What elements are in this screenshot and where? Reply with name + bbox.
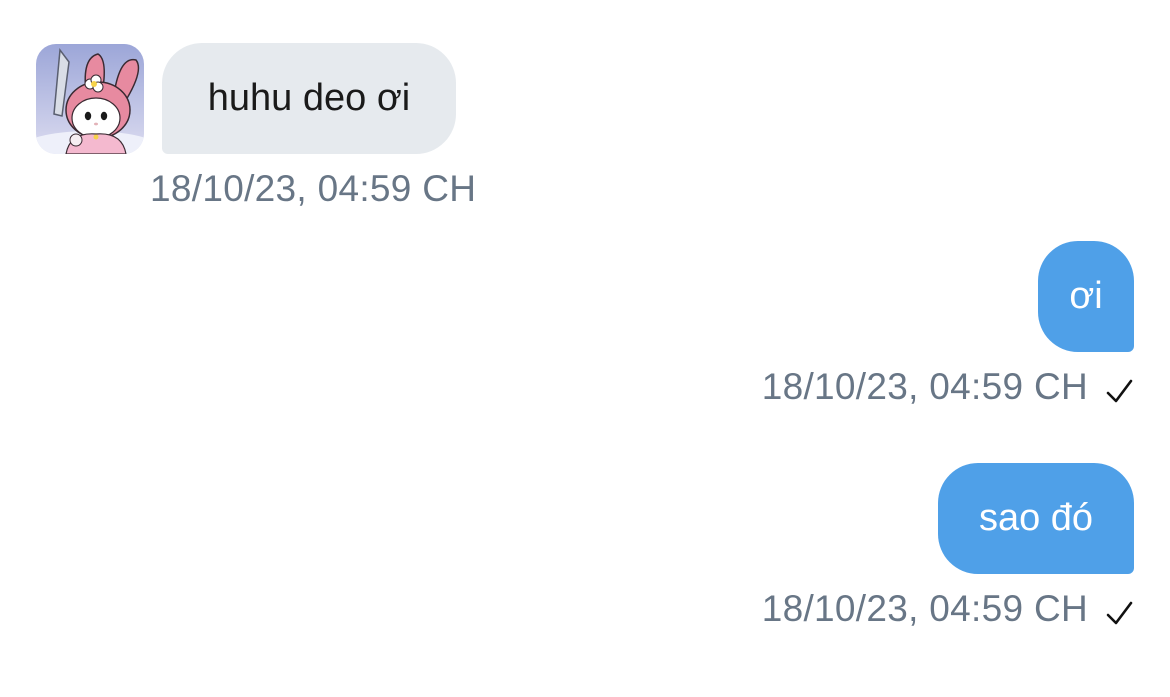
message-timestamp: 18/10/23, 04:59 CH — [150, 168, 477, 209]
message-meta: 18/10/23, 04:59 CH — [762, 588, 1134, 630]
message-text: sao đó — [978, 497, 1094, 539]
avatar-icon[interactable] — [36, 44, 144, 154]
message-text: huhu deo ơi — [207, 77, 411, 119]
message-text: ơi — [1069, 275, 1103, 317]
checkmark-icon — [1104, 377, 1134, 407]
message-bubble-outgoing[interactable]: ơi — [1038, 241, 1134, 352]
message-timestamp: 18/10/23, 04:59 CH — [761, 588, 1088, 629]
message-timestamp: 18/10/23, 04:59 CH — [761, 366, 1088, 407]
message-bubble-outgoing[interactable]: sao đó — [938, 463, 1134, 574]
message-meta: 18/10/23, 04:59 CH — [762, 366, 1134, 408]
message-bubble-incoming[interactable]: huhu deo ơi — [162, 43, 456, 154]
checkmark-icon — [1104, 599, 1134, 629]
